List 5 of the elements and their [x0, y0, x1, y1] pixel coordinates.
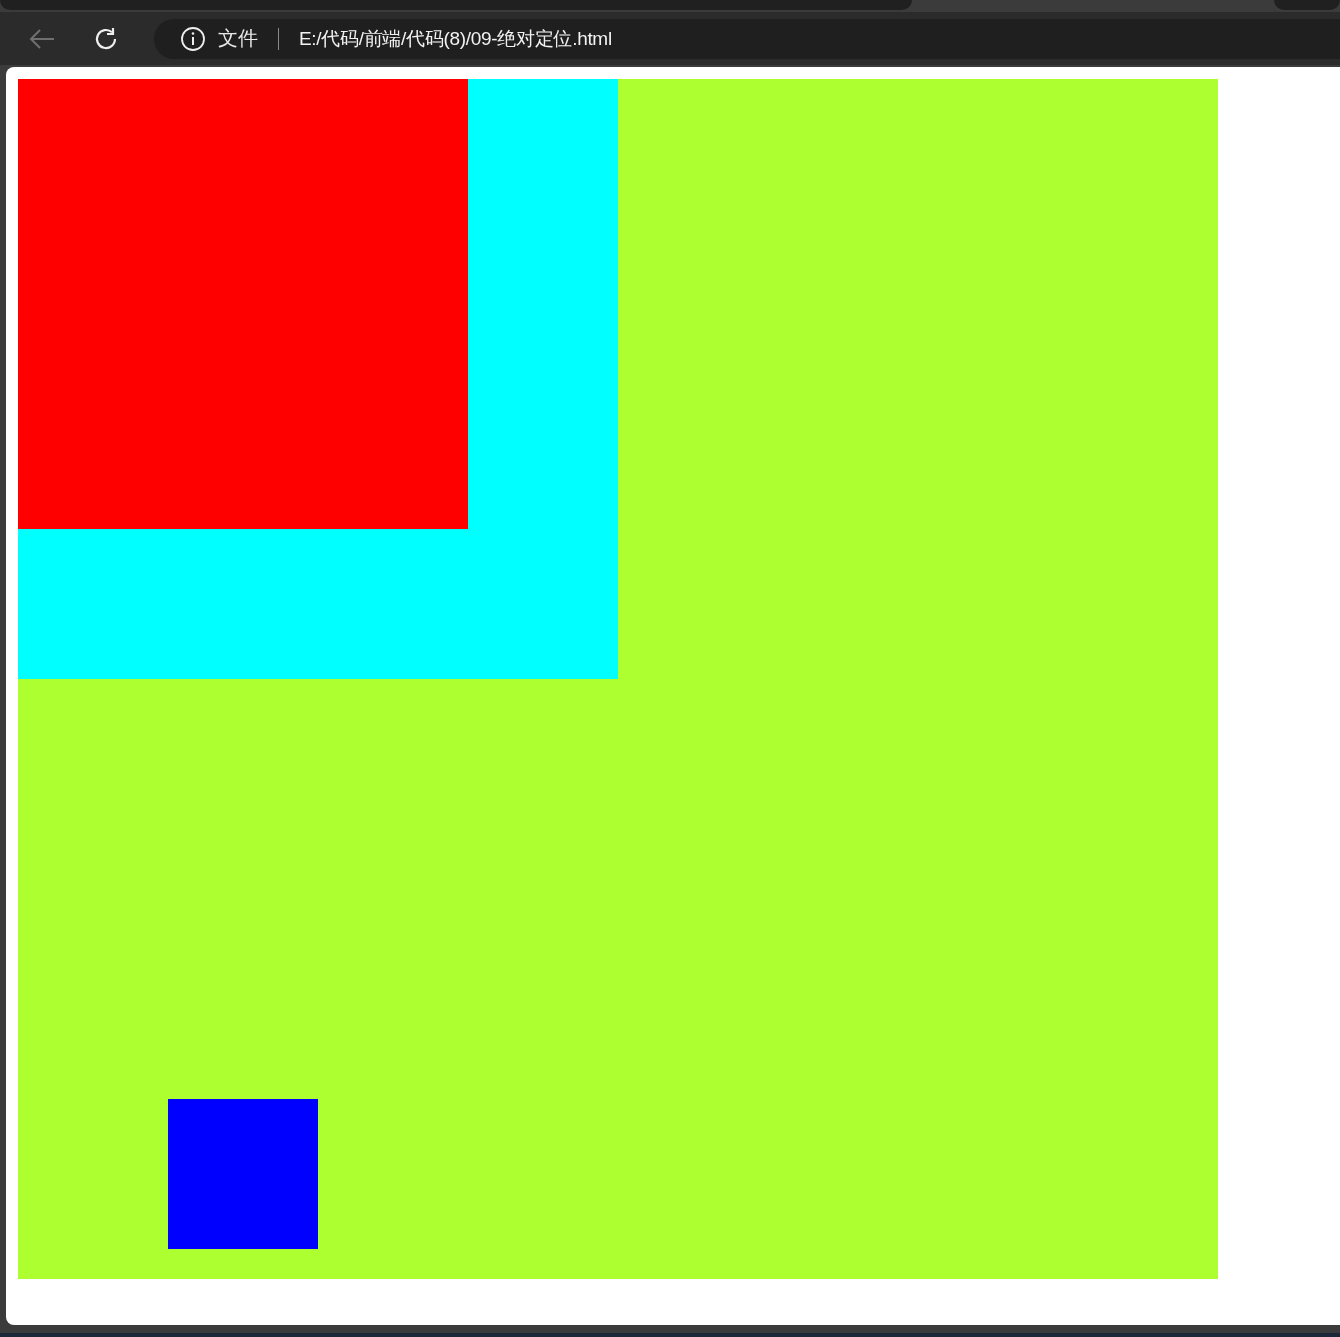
address-bar[interactable]: 文件 E:/代码/前端/代码(8)/09-绝对定位.html: [154, 18, 1340, 59]
url-text: E:/代码/前端/代码(8)/09-绝对定位.html: [299, 26, 612, 51]
back-arrow-icon: [28, 26, 56, 51]
site-info-label: 文件: [218, 25, 258, 52]
info-icon[interactable]: [180, 25, 206, 52]
